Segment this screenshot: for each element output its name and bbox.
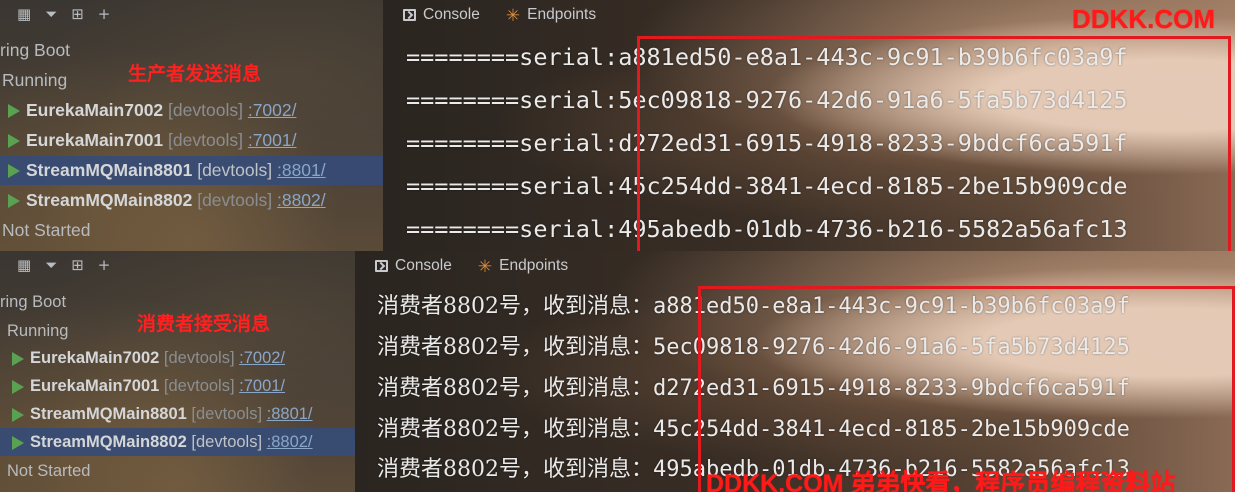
console-panel: Console ✳ Endpoints 消费者8802号，收到消息：a881ed… <box>355 251 1235 492</box>
running-play-icon <box>12 379 24 394</box>
console-icon <box>403 9 416 21</box>
running-play-icon <box>12 435 24 450</box>
console-line: 消费者8802号，收到消息：a881ed50-e8a1-443c-9c91-b3… <box>377 294 1130 319</box>
console-panel: Console ✳ Endpoints ========serial:a881e… <box>383 0 1235 251</box>
console-line: ========serial:a881ed50-e8a1-443c-9c91-b… <box>406 43 1128 71</box>
group-services-icon[interactable]: ▦ <box>17 257 31 273</box>
service-port-link[interactable]: :8802/ <box>267 433 313 451</box>
running-play-icon <box>12 407 24 422</box>
running-play-icon <box>12 351 24 366</box>
filter-icon[interactable]: ⏷ <box>45 6 57 22</box>
console-line: ========serial:495abedb-01db-4736-b216-5… <box>406 215 1128 243</box>
service-row-streammq8802[interactable]: StreamMQMain8802 [devtools] :8802/ <box>0 186 383 215</box>
service-row-streammq8801[interactable]: StreamMQMain8801 [devtools] :8801/ <box>0 156 383 185</box>
consumer-screenshot: ▦ ⏷ ⊞ + ring Boot Running 消费者接受消息 Eureka… <box>0 251 1235 492</box>
service-port-link[interactable]: :8801/ <box>277 160 326 180</box>
watermark-text: DDKK.COM <box>1072 4 1215 34</box>
console-line: ========serial:5ec09818-9276-42d6-91a6-5… <box>406 86 1128 114</box>
tab-endpoints[interactable]: ✳ Endpoints <box>478 257 568 275</box>
add-icon[interactable]: + <box>98 6 111 22</box>
group-services-icon[interactable]: ▦ <box>17 6 31 22</box>
console-line: ========serial:d272ed31-6915-4918-8233-9… <box>406 129 1128 157</box>
console-line: 消费者8802号，收到消息：d272ed31-6915-4918-8233-9b… <box>377 376 1130 401</box>
tab-console[interactable]: Console <box>375 257 452 275</box>
running-play-icon <box>8 164 20 179</box>
producer-annotation: 生产者发送消息 <box>128 63 262 85</box>
services-toolbar: ▦ ⏷ ⊞ + <box>0 251 355 279</box>
tab-console[interactable]: Console <box>403 6 480 24</box>
filter-icon[interactable]: ⏷ <box>45 257 57 273</box>
endpoints-icon: ✳ <box>505 5 521 25</box>
console-line: 消费者8802号，收到消息：45c254dd-3841-4ecd-8185-2b… <box>377 417 1130 442</box>
service-row-streammq8802[interactable]: StreamMQMain8802 [devtools] :8802/ <box>0 428 355 456</box>
service-port-link[interactable]: :7001/ <box>248 130 297 150</box>
add-service-icon[interactable]: ⊞ <box>71 257 84 273</box>
console-line: ========serial:45c254dd-3841-4ecd-8185-2… <box>406 172 1128 200</box>
console-line: 消费者8802号，收到消息：5ec09818-9276-42d6-91a6-5f… <box>377 335 1130 360</box>
producer-screenshot: ▦ ⏷ ⊞ + ring Boot Running 生产者发送消息 Eureka… <box>0 0 1235 251</box>
add-icon[interactable]: + <box>98 257 111 273</box>
service-port-link[interactable]: :7002/ <box>239 349 285 367</box>
watermark-text: DDKK.COM 弟弟快看，程序员编程资料站 <box>706 470 1176 492</box>
service-port-link[interactable]: :8802/ <box>277 190 326 210</box>
running-play-icon <box>8 194 20 209</box>
group-not-started[interactable]: Not Started <box>7 457 355 486</box>
service-row-eureka7002[interactable]: EurekaMain7002 [devtools] :7002/ <box>0 96 383 125</box>
service-port-link[interactable]: :8801/ <box>267 405 313 423</box>
services-toolbar: ▦ ⏷ ⊞ + <box>0 0 383 28</box>
group-not-started[interactable]: Not Started <box>2 216 383 245</box>
running-play-icon <box>8 134 20 149</box>
running-play-icon <box>8 104 20 119</box>
console-icon <box>375 260 388 272</box>
add-service-icon[interactable]: ⊞ <box>71 6 84 22</box>
console-tab-bar: Console ✳ Endpoints <box>355 251 1235 281</box>
service-row-streammq8801[interactable]: StreamMQMain8801 [devtools] :8801/ <box>0 400 355 428</box>
consumer-annotation: 消费者接受消息 <box>137 313 271 335</box>
tab-endpoints[interactable]: ✳ Endpoints <box>506 6 596 24</box>
services-panel: ▦ ⏷ ⊞ + ring Boot Running 生产者发送消息 Eureka… <box>0 0 383 251</box>
service-row-eureka7001[interactable]: EurekaMain7001 [devtools] :7001/ <box>0 126 383 155</box>
service-port-link[interactable]: :7002/ <box>248 100 297 120</box>
service-port-link[interactable]: :7001/ <box>239 377 285 395</box>
service-row-eureka7001[interactable]: EurekaMain7001 [devtools] :7001/ <box>0 372 355 400</box>
endpoints-icon: ✳ <box>477 256 493 276</box>
services-panel: ▦ ⏷ ⊞ + ring Boot Running 消费者接受消息 Eureka… <box>0 251 355 492</box>
service-row-eureka7002[interactable]: EurekaMain7002 [devtools] :7002/ <box>0 344 355 372</box>
